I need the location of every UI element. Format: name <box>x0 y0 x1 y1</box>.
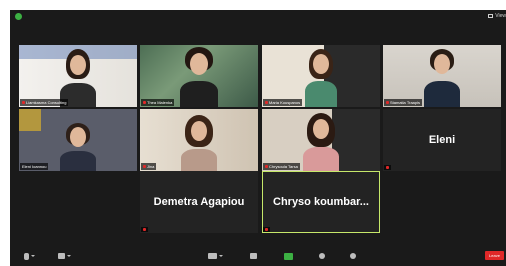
participant-name-tag: Eleni Ioannou <box>20 163 49 170</box>
chat-button[interactable] <box>250 251 257 261</box>
video-tile[interactable]: Stamatia Traapis <box>383 45 501 107</box>
participant-name-tag: Chrysoula Tarsa <box>263 163 300 170</box>
reactions-button[interactable] <box>350 251 356 261</box>
participants-button[interactable] <box>208 251 223 261</box>
mic-muted-icon <box>22 101 25 104</box>
video-tile[interactable]: Chrysoula Tarsa <box>262 109 380 171</box>
mic-muted-icon <box>143 165 146 168</box>
mic-muted-icon <box>265 101 268 104</box>
video-camera-icon <box>58 253 65 259</box>
chevron-up-icon[interactable] <box>219 255 223 257</box>
gallery-view-icon <box>488 14 494 18</box>
video-tile[interactable]: Jina <box>140 109 258 171</box>
participant-video <box>302 113 340 171</box>
mic-muted-icon <box>386 166 389 169</box>
mic-muted-icon <box>143 228 146 231</box>
top-bar: View <box>10 10 506 24</box>
participant-video <box>304 49 338 107</box>
video-tile[interactable]: Demetra Agapiou <box>140 171 258 233</box>
share-screen-button[interactable] <box>284 251 293 261</box>
participant-video <box>178 47 220 107</box>
participant-name-tag <box>263 227 270 232</box>
view-button[interactable]: View <box>488 13 506 19</box>
video-button[interactable] <box>58 251 71 261</box>
record-button[interactable] <box>319 251 325 261</box>
participant-name-tag: Stamatia Traapis <box>384 99 423 106</box>
record-icon <box>319 253 325 259</box>
participant-name-tag: Jina <box>141 163 157 170</box>
video-tile[interactable]: Eleni Ioannou <box>19 109 137 171</box>
video-tile[interactable]: Eleni <box>383 109 501 171</box>
chevron-up-icon[interactable] <box>31 255 35 257</box>
view-label: View <box>495 13 506 19</box>
participant-name-tag: Liamkasma Consulting <box>20 99 69 106</box>
security-shield-icon[interactable] <box>15 13 22 20</box>
smiley-icon <box>350 253 356 259</box>
mic-muted-icon <box>265 165 268 168</box>
leave-button[interactable]: Leave <box>485 251 504 260</box>
participant-name-tag: Thea Malenka <box>141 99 175 106</box>
participants-icon <box>208 253 217 259</box>
mic-muted-icon <box>265 228 268 231</box>
meeting-toolbar: Leave <box>10 246 506 266</box>
mic-muted-icon <box>143 101 146 104</box>
video-tile[interactable]: Maria Kouspanos <box>262 45 380 107</box>
participant-name: Chryso koumbar... <box>273 196 369 208</box>
mute-button[interactable] <box>24 251 35 261</box>
video-tile[interactable]: Liamkasma Consulting <box>19 45 137 107</box>
chat-icon <box>250 253 257 259</box>
participant-name-tag <box>141 227 148 232</box>
video-tile[interactable]: Thea Malenka <box>140 45 258 107</box>
participant-video <box>179 115 219 171</box>
chevron-up-icon[interactable] <box>67 255 71 257</box>
participant-video <box>422 49 462 107</box>
microphone-icon <box>24 252 29 260</box>
participant-name: Eleni <box>428 134 456 146</box>
share-screen-icon <box>284 252 293 260</box>
video-tile-active-speaker[interactable]: Chryso koumbar... <box>262 171 380 233</box>
participant-name-tag <box>384 165 391 170</box>
participant-name-tag: Maria Kouspanos <box>263 99 303 106</box>
participant-video <box>58 123 98 171</box>
participant-name: Demetra Agapiou <box>153 196 245 208</box>
mic-muted-icon <box>386 101 389 104</box>
zoom-window: View Liamkasma Consulting Thea Malenka M… <box>10 10 506 266</box>
